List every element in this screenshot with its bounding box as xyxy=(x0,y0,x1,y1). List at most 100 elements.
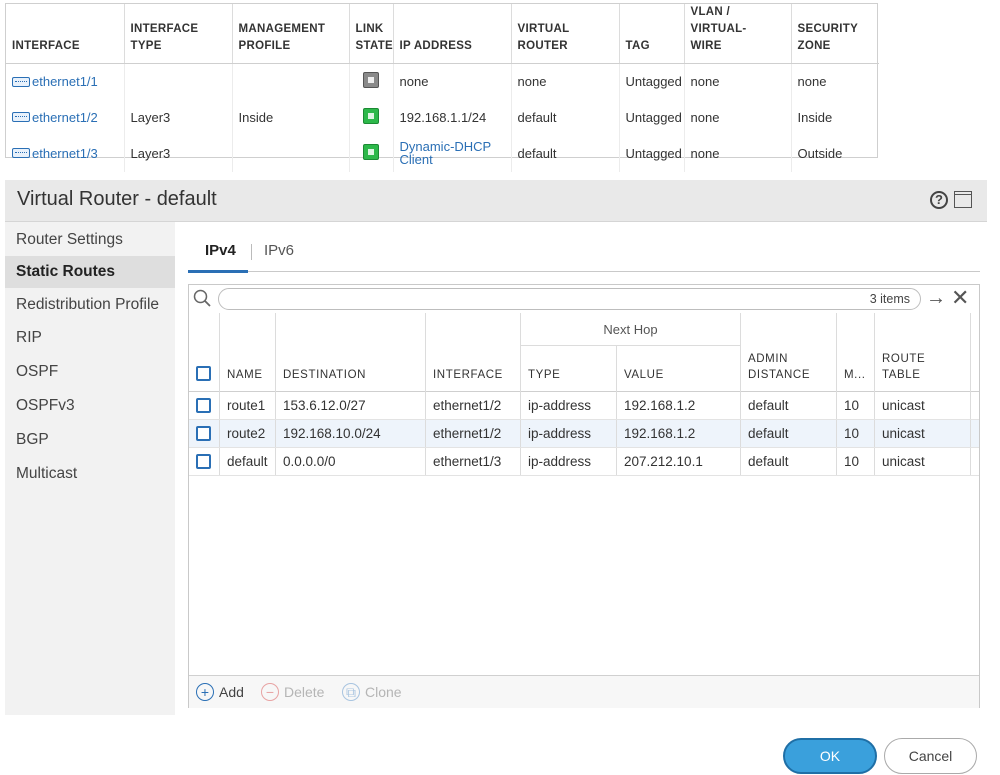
interfaces-header-row: INTERFACE INTERFACE TYPE MANAGEMENT PROFI… xyxy=(6,4,879,64)
col-security-zone[interactable]: SECURITY ZONE xyxy=(791,4,879,64)
tab-ipv6[interactable]: IPv6 xyxy=(264,242,294,259)
sidebar-item-router-settings[interactable]: Router Settings xyxy=(5,224,175,256)
interface-row[interactable]: ethernet1/1 none none Untagged none none xyxy=(6,63,879,100)
row-checkbox[interactable] xyxy=(196,426,211,441)
ip-address-dhcp-link[interactable]: Dynamic-DHCP Client xyxy=(400,140,492,166)
route-metric: 10 xyxy=(837,392,875,419)
col-tag[interactable]: TAG xyxy=(619,4,685,64)
col-vlan-virtual-wire[interactable]: VLAN / VIRTUAL- WIRE xyxy=(684,4,792,64)
col-virtual-router[interactable]: VIRTUAL ROUTER xyxy=(511,4,620,64)
interface-link[interactable]: ethernet1/1 xyxy=(12,74,98,89)
route-nexthop-value: 207.212.10.1 xyxy=(617,448,741,475)
sidebar-item-rip[interactable]: RIP xyxy=(5,322,175,354)
tag-cell: Untagged xyxy=(619,63,685,100)
management-profile-cell xyxy=(232,63,350,100)
grid-footer: + Add − Delete ⧉ Clone xyxy=(189,675,979,708)
route-interface: ethernet1/3 xyxy=(426,448,521,475)
col-route-table[interactable]: ROUTE TABLE xyxy=(875,313,971,392)
route-destination: 192.168.10.0/24 xyxy=(276,420,426,447)
tab-separator xyxy=(251,244,252,260)
col-type[interactable]: TYPE xyxy=(521,346,617,392)
route-nexthop-type: ip-address xyxy=(521,420,617,447)
sidebar-item-multicast[interactable]: Multicast xyxy=(5,458,175,490)
col-interface[interactable]: INTERFACE xyxy=(426,313,521,392)
row-checkbox[interactable] xyxy=(196,454,211,469)
sidebar-item-ospf[interactable]: OSPF xyxy=(5,356,175,388)
route-admin-distance: default xyxy=(741,392,837,419)
col-destination[interactable]: DESTINATION xyxy=(276,313,426,392)
interface-type-cell: Layer3 xyxy=(124,99,233,136)
clear-filter-icon[interactable]: ✕ xyxy=(951,287,969,309)
items-count: 3 items xyxy=(869,292,910,306)
route-table: unicast xyxy=(875,420,971,447)
management-profile-cell: Inside xyxy=(232,99,350,136)
virtual-router-cell: none xyxy=(511,63,620,100)
route-name[interactable]: default xyxy=(220,448,276,475)
col-metric[interactable]: M... xyxy=(837,313,875,392)
row-checkbox[interactable] xyxy=(196,398,211,413)
tab-ipv4[interactable]: IPv4 xyxy=(205,242,236,259)
cancel-button[interactable]: Cancel xyxy=(884,738,977,774)
route-name[interactable]: route2 xyxy=(220,420,276,447)
route-nexthop-value: 192.168.1.2 xyxy=(617,420,741,447)
interface-row[interactable]: ethernet1/2 Layer3 Inside 192.168.1.1/24… xyxy=(6,99,879,136)
search-icon xyxy=(193,289,211,307)
interface-type-cell xyxy=(124,63,233,100)
add-button[interactable]: + Add xyxy=(196,683,244,701)
route-metric: 10 xyxy=(837,420,875,447)
ethernet-port-icon xyxy=(12,148,30,159)
delete-button[interactable]: − Delete xyxy=(261,683,324,701)
route-admin-distance: default xyxy=(741,448,837,475)
maximize-icon[interactable] xyxy=(954,191,972,208)
col-admin-distance[interactable]: ADMIN DISTANCE xyxy=(741,313,837,392)
route-row[interactable]: route2 192.168.10.0/24 ethernet1/2 ip-ad… xyxy=(189,420,979,448)
interface-link[interactable]: ethernet1/2 xyxy=(12,110,98,125)
col-group-next-hop: Next Hop xyxy=(521,313,741,346)
ethernet-port-icon xyxy=(12,112,30,123)
route-name[interactable]: route1 xyxy=(220,392,276,419)
col-interface-type[interactable]: INTERFACE TYPE xyxy=(124,4,233,64)
sidebar-item-bgp[interactable]: BGP xyxy=(5,424,175,456)
static-routes-panel: 3 items → ✕ NAME DESTINATION INTERFACE N… xyxy=(188,284,980,708)
ok-button[interactable]: OK xyxy=(783,738,877,774)
route-interface: ethernet1/2 xyxy=(426,420,521,447)
routes-header-row: NAME DESTINATION INTERFACE Next Hop TYPE… xyxy=(189,313,979,392)
clone-icon: ⧉ xyxy=(342,683,360,701)
sidebar-item-redistribution-profile[interactable]: Redistribution Profile xyxy=(5,289,175,321)
security-zone-cell: Outside xyxy=(797,146,843,161)
select-all-cell xyxy=(189,313,220,392)
tag-cell: Untagged xyxy=(619,135,685,172)
screen: INTERFACE INTERFACE TYPE MANAGEMENT PROFI… xyxy=(0,0,1000,775)
active-tab-indicator xyxy=(188,270,248,273)
interfaces-table: INTERFACE INTERFACE TYPE MANAGEMENT PROFI… xyxy=(5,3,879,172)
interface-link[interactable]: ethernet1/3 xyxy=(12,146,98,161)
filter-input[interactable]: 3 items xyxy=(218,288,921,310)
sidebar-item-ospfv3[interactable]: OSPFv3 xyxy=(5,390,175,422)
route-nexthop-type: ip-address xyxy=(521,448,617,475)
route-destination: 153.6.12.0/27 xyxy=(276,392,426,419)
col-ip-address[interactable]: IP ADDRESS xyxy=(393,4,512,64)
vlan-cell: none xyxy=(684,99,792,136)
help-icon[interactable]: ? xyxy=(930,191,948,209)
virtual-router-dialog: Virtual Router - default ? Router Settin… xyxy=(5,180,987,715)
virtual-router-cell: default xyxy=(511,99,620,136)
link-state-icon xyxy=(363,144,379,160)
interface-type-cell: Layer3 xyxy=(124,135,233,172)
virtual-router-cell: default xyxy=(511,135,620,172)
interface-row[interactable]: ethernet1/3 Layer3 Dynamic-DHCP Client de… xyxy=(6,135,879,172)
col-value[interactable]: VALUE xyxy=(617,346,741,392)
route-row[interactable]: route1 153.6.12.0/27 ethernet1/2 ip-addr… xyxy=(189,392,979,420)
tab-bar: IPv4 IPv6 xyxy=(188,232,980,273)
link-state-icon xyxy=(363,72,379,89)
clone-button[interactable]: ⧉ Clone xyxy=(342,683,402,701)
route-row[interactable]: default 0.0.0.0/0 ethernet1/3 ip-address… xyxy=(189,448,979,476)
sidebar-item-static-routes[interactable]: Static Routes xyxy=(5,256,175,288)
col-management-profile[interactable]: MANAGEMENT PROFILE xyxy=(232,4,350,64)
route-metric: 10 xyxy=(837,448,875,475)
add-icon: + xyxy=(196,683,214,701)
col-link-state[interactable]: LINK STATE xyxy=(349,4,394,64)
col-name[interactable]: NAME xyxy=(220,313,276,392)
col-interface[interactable]: INTERFACE xyxy=(6,4,125,64)
apply-filter-arrow-icon[interactable]: → xyxy=(926,288,946,308)
select-all-checkbox[interactable] xyxy=(196,366,211,381)
